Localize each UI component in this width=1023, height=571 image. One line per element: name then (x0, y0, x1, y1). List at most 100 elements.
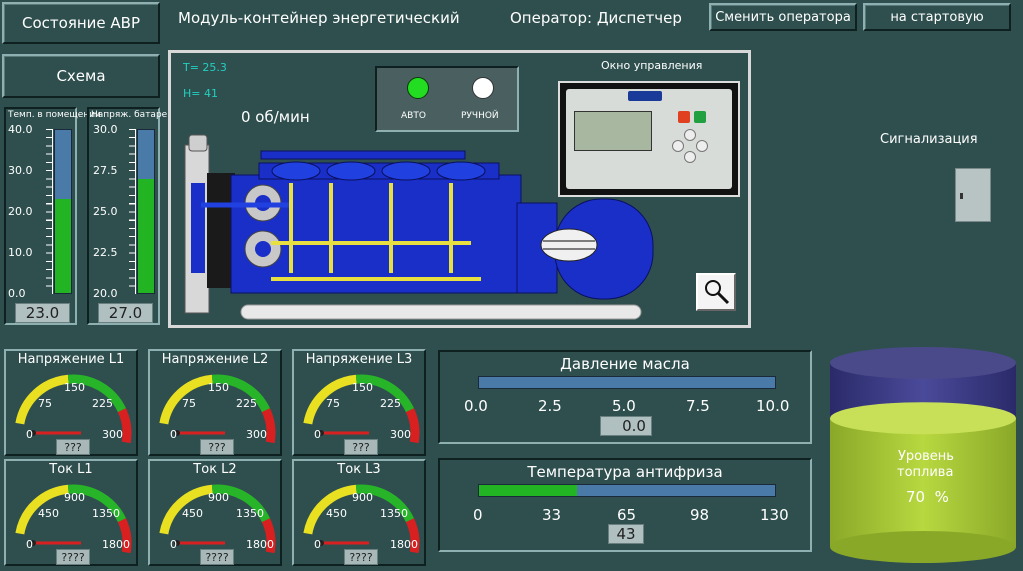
gauge-tick-label: 900 (352, 491, 373, 504)
alarm-title: Сигнализация (880, 132, 978, 147)
battery-tick: 25.0 (93, 205, 118, 218)
gauge-tick-label: 300 (102, 428, 123, 441)
gauge-title: Напряжение L1 (17, 352, 125, 367)
fuel-level-label-2: топлива (897, 465, 954, 480)
gauge-value: ???? (200, 549, 234, 565)
zoom-button[interactable] (696, 273, 736, 311)
oil-pressure-panel: Давление масла 0.0 2.5 5.0 7.5 10.0 0.0 (438, 350, 812, 444)
battery-voltage-value: 27.0 (98, 303, 153, 323)
coolant-tick: 33 (542, 506, 562, 524)
gauge-voltage-l3: Напряжение L3 0 75 150 225 300??? (292, 349, 426, 456)
gauge-tick-label: 900 (208, 491, 229, 504)
oil-pressure-bar (478, 376, 776, 389)
gauge-tick-label: 300 (390, 428, 411, 441)
gauge-tick-label: 150 (352, 381, 373, 394)
gauge-title: Ток L2 (193, 462, 237, 477)
oil-tick: 0.0 (464, 397, 488, 415)
gauge-tick-label: 0 (170, 538, 177, 551)
gauge-current-l2: Ток L2 0 450 900 1350 1800???? (148, 459, 282, 566)
engine-panel: T= 25.3 H= 41 0 об/мин АВТО РУЧНОЙ Окно … (168, 50, 751, 328)
gauge-value: ??? (56, 439, 90, 455)
gauge-tick-label: 0 (26, 538, 33, 551)
avr-status-button[interactable]: Состояние АВР (2, 2, 160, 44)
room-temp-tick: 20.0 (8, 205, 33, 218)
gauge-tick-label: 1350 (92, 507, 120, 520)
door-handle-icon (960, 193, 963, 199)
gauge-tick-label: 0 (314, 428, 321, 441)
gauge-tick-label: 450 (38, 507, 59, 520)
gauge-title: Ток L1 (49, 462, 93, 477)
gauge-tick-label: 75 (326, 397, 340, 410)
room-temp-tick: 0.0 (8, 287, 26, 300)
battery-voltage-label: Напряж. батареи (91, 110, 174, 120)
gauge-value: ??? (200, 439, 234, 455)
coolant-tick: 65 (617, 506, 637, 524)
engine-drawing (184, 134, 654, 320)
gauge-tick-label: 1350 (236, 507, 264, 520)
gauge-title: Напряжение L3 (305, 352, 413, 367)
gauge-tick-label: 450 (182, 507, 203, 520)
to-start-button[interactable]: на стартовую (863, 3, 1011, 31)
gauge-current-l3: Ток L3 0 450 900 1350 1800???? (292, 459, 426, 566)
coolant-tick: 98 (690, 506, 710, 524)
room-temp-fill (55, 199, 71, 293)
room-temp-bar (54, 129, 72, 294)
oil-tick: 7.5 (686, 397, 710, 415)
gauge-tick-label: 1800 (390, 538, 418, 551)
battery-scale (129, 129, 136, 294)
operator-label: Оператор: Диспетчер (510, 9, 682, 27)
fuel-level-label-1: Уровень (898, 449, 954, 464)
gauge-title: Ток L3 (337, 462, 381, 477)
scheme-button[interactable]: Схема (2, 54, 160, 98)
gauge-tick-label: 300 (246, 428, 267, 441)
coolant-temp-title: Температура антифриза (527, 463, 723, 481)
room-temp-scale (46, 129, 53, 294)
gauge-tick-label: 75 (38, 397, 52, 410)
page-title: Модуль-контейнер энергетический (178, 9, 460, 27)
gauge-tick-label: 0 (26, 428, 33, 441)
gauge-tick-label: 450 (326, 507, 347, 520)
gauge-tick-label: 0 (170, 428, 177, 441)
gauge-title: Напряжение L2 (161, 352, 269, 367)
gauge-voltage-l1: Напряжение L1 0 75 150 225 300??? (4, 349, 138, 456)
gauge-tick-label: 75 (182, 397, 196, 410)
gauge-tick-label: 225 (92, 397, 113, 410)
gauge-tick-label: 0 (314, 538, 321, 551)
alarm-door-icon[interactable] (955, 168, 991, 222)
battery-tick: 30.0 (93, 123, 118, 136)
coolant-temp-fill (479, 485, 577, 496)
coolant-tick: 130 (760, 506, 789, 524)
room-temp-tick: 40.0 (8, 123, 33, 136)
room-temp-tick: 30.0 (8, 164, 33, 177)
coolant-temp-panel: Температура антифриза 0 33 65 98 130 43 (438, 458, 812, 552)
battery-tick: 20.0 (93, 287, 118, 300)
battery-fill (138, 178, 154, 293)
change-operator-button[interactable]: Сменить оператора (709, 3, 857, 31)
gauge-tick-label: 225 (236, 397, 257, 410)
gauge-current-l1: Ток L1 0 450 900 1350 1800???? (4, 459, 138, 566)
coolant-tick: 0 (473, 506, 483, 524)
room-temp-value: 23.0 (15, 303, 70, 323)
gauge-tick-label: 900 (64, 491, 85, 504)
oil-tick: 5.0 (612, 397, 636, 415)
fuel-level-value: 70 % (906, 488, 949, 506)
oil-tick: 10.0 (756, 397, 790, 415)
oil-pressure-title: Давление масла (560, 355, 690, 373)
gauge-value: ???? (344, 549, 378, 565)
gauge-tick-label: 1800 (102, 538, 130, 551)
room-temp-tick: 10.0 (8, 246, 33, 259)
gauge-voltage-l2: Напряжение L2 0 75 150 225 300??? (148, 349, 282, 456)
gauge-tick-label: 225 (380, 397, 401, 410)
battery-voltage-meter: Напряж. батареи 30.0 27.5 25.0 22.5 20.0… (87, 107, 173, 325)
magnifier-icon (705, 280, 730, 305)
room-temp-meter: Темп. в помещении 40.0 30.0 20.0 10.0 0.… (4, 107, 101, 325)
battery-tick: 22.5 (93, 246, 118, 259)
battery-bar (137, 129, 155, 294)
gauge-value: ??? (344, 439, 378, 455)
coolant-temp-bar (478, 484, 776, 497)
gauge-tick-label: 150 (64, 381, 85, 394)
gauge-tick-label: 1800 (246, 538, 274, 551)
battery-tick: 27.5 (93, 164, 118, 177)
gauge-tick-label: 1350 (380, 507, 408, 520)
coolant-temp-value: 43 (608, 524, 644, 544)
